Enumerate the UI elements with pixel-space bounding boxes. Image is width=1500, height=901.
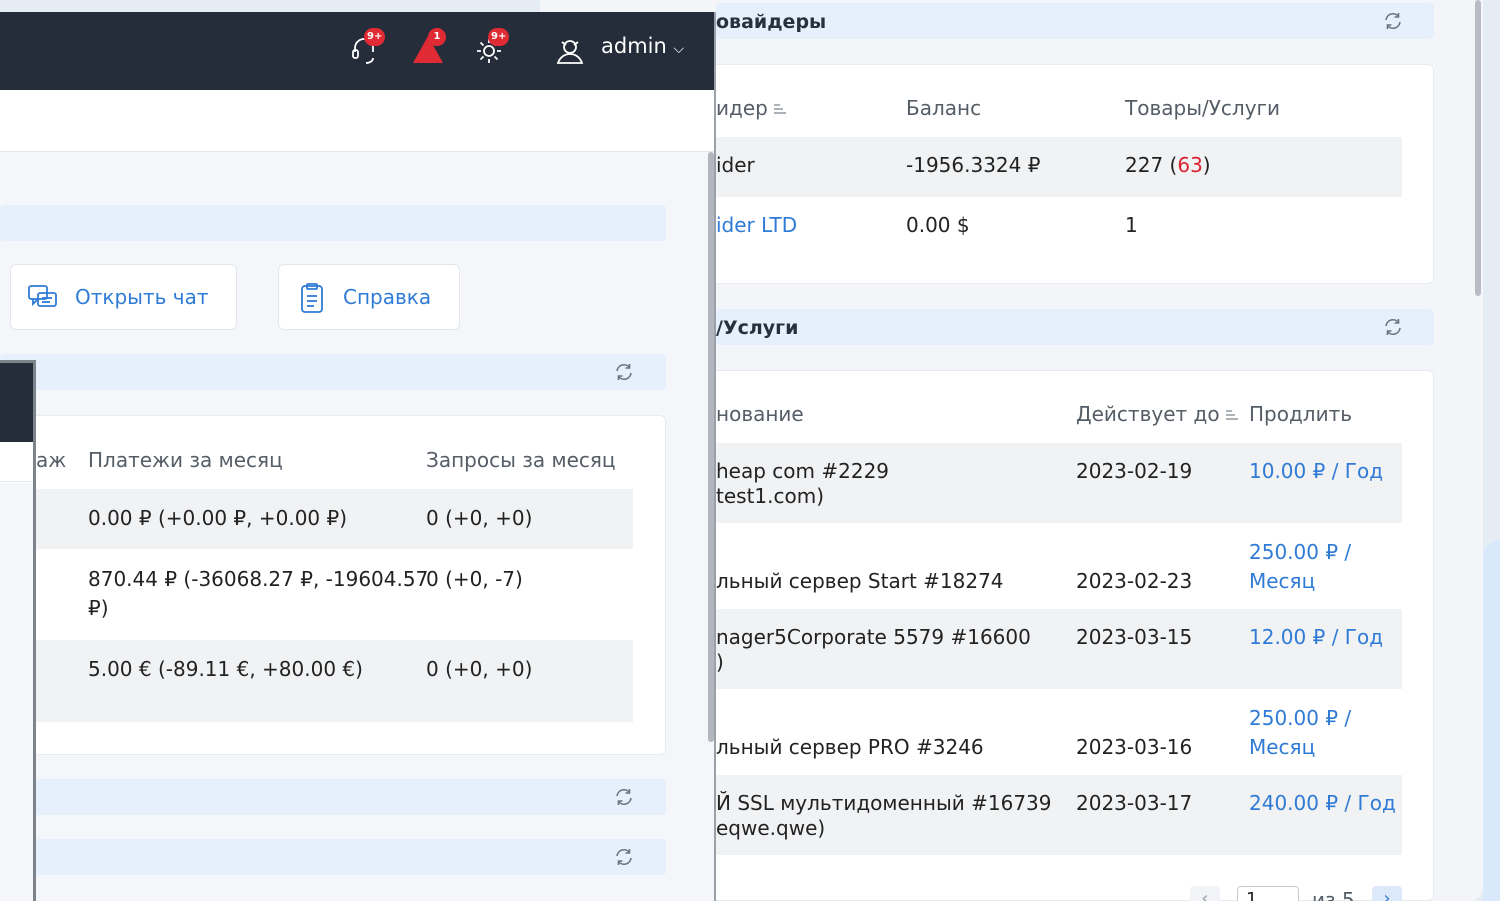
- help-button[interactable]: Справка: [278, 264, 460, 330]
- support-icon[interactable]: 9+: [348, 28, 386, 68]
- provider-balance: -1956.3324 ₽: [906, 153, 1041, 177]
- chat-icon: [28, 285, 57, 307]
- stats-requests: 0 (+0, +0): [426, 506, 533, 530]
- service-domain: eqwe.qwe): [716, 816, 826, 840]
- settings-badge: 9+: [488, 28, 510, 46]
- alert-badge: 1: [428, 28, 446, 46]
- service-name[interactable]: льный сервер Start #18274: [716, 569, 1004, 594]
- pagination-prev-button[interactable]: ‹: [1190, 886, 1220, 901]
- service-valid-until: 2023-03-15: [1076, 625, 1193, 649]
- breadcrumb-bar: [0, 90, 714, 152]
- refresh-icon[interactable]: [613, 786, 635, 808]
- providers-col-goods[interactable]: Товары/Услуги: [1125, 96, 1280, 120]
- support-badge: 9+: [364, 28, 386, 46]
- stats-requests: 0 (+0, +0): [426, 657, 533, 681]
- provider-balance: 0.00 $: [906, 213, 970, 237]
- providers-col-provider[interactable]: идер: [716, 96, 788, 120]
- refresh-icon[interactable]: [613, 846, 635, 868]
- services-col-renew[interactable]: Продлить: [1249, 402, 1352, 426]
- section-header: [0, 205, 666, 241]
- collapsed-section-header[interactable]: [0, 839, 666, 875]
- renew-link[interactable]: 10.00 ₽ / Год: [1249, 459, 1383, 484]
- service-name[interactable]: nager5Corporate 5579 #16600: [716, 625, 1031, 650]
- renew-link-period[interactable]: Месяц: [1249, 735, 1315, 760]
- service-domain: ): [716, 650, 724, 674]
- overlapping-window: [0, 360, 36, 901]
- top-navbar: 9+ 1 9+ admin ⌵: [0, 12, 714, 90]
- help-label: Справка: [343, 285, 432, 309]
- stats-col-requests[interactable]: Запросы за месяц: [426, 448, 616, 472]
- service-domain: test1.com): [716, 484, 825, 508]
- stats-payments: 870.44 ₽ (-36068.27 ₽, -19604.57: [88, 567, 429, 591]
- service-valid-until: 2023-02-19: [1076, 459, 1193, 483]
- providers-section-title: овайдеры: [716, 11, 827, 33]
- stats-requests: 0 (+0, -7): [426, 567, 523, 591]
- renew-link[interactable]: 240.00 ₽ / Год: [1249, 791, 1396, 816]
- service-name[interactable]: Й SSL мультидоменный #16739: [716, 791, 1052, 816]
- stats-payments: 5.00 € (-89.11 €, +80.00 €): [88, 657, 363, 681]
- services-section-title: /Услуги: [716, 317, 799, 339]
- overlay-header: [0, 363, 33, 442]
- provider-goods-count[interactable]: 227 (63): [1125, 153, 1211, 178]
- pagination-next-button[interactable]: ›: [1372, 886, 1402, 901]
- pagination-total: из 5: [1312, 888, 1355, 901]
- collapsed-section-header[interactable]: [0, 779, 666, 815]
- service-valid-until: 2023-02-23: [1076, 569, 1193, 593]
- refresh-icon[interactable]: [1382, 10, 1404, 32]
- provider-goods-count[interactable]: 1: [1125, 213, 1138, 238]
- user-menu[interactable]: admin ⌵: [601, 34, 684, 58]
- alert-icon[interactable]: 1: [410, 28, 446, 68]
- service-name[interactable]: льный сервер PRO #3246: [716, 735, 984, 760]
- foreground-scrollbar[interactable]: [708, 152, 714, 742]
- services-section-header: /Услуги: [716, 309, 1434, 345]
- user-name: admin: [601, 34, 667, 58]
- overlay-subbar: [0, 442, 33, 482]
- renew-link[interactable]: 12.00 ₽ / Год: [1249, 625, 1383, 650]
- renew-link[interactable]: 250.00 ₽ /: [1249, 540, 1351, 565]
- document-icon: [301, 283, 323, 313]
- open-chat-button[interactable]: Открыть чат: [10, 264, 237, 330]
- provider-name[interactable]: ider: [716, 153, 755, 178]
- providers-section-header: овайдеры: [716, 3, 1434, 39]
- service-name[interactable]: heap com #2229: [716, 459, 889, 484]
- service-valid-until: 2023-03-17: [1076, 791, 1193, 815]
- pagination-page-input[interactable]: 1: [1237, 886, 1299, 901]
- stats-section-header: [0, 354, 666, 390]
- provider-name[interactable]: ider LTD: [716, 213, 797, 238]
- open-chat-label: Открыть чат: [75, 285, 209, 309]
- stats-col-sales[interactable]: аж: [36, 448, 66, 472]
- refresh-icon[interactable]: [613, 361, 635, 383]
- service-valid-until: 2023-03-16: [1076, 735, 1193, 759]
- services-col-name[interactable]: нование: [716, 402, 804, 426]
- renew-link[interactable]: 250.00 ₽ /: [1249, 706, 1351, 731]
- foreground-window: 9+ 1 9+ admin ⌵ Открыть чат Справка аж П…: [0, 12, 716, 901]
- providers-row-shade: [716, 137, 1402, 197]
- background-decoration: [1483, 540, 1500, 901]
- admin-avatar-icon[interactable]: [552, 32, 588, 68]
- refresh-icon[interactable]: [1382, 316, 1404, 338]
- stats-col-payments[interactable]: Платежи за месяц: [88, 448, 283, 472]
- overlay-body: [0, 483, 33, 901]
- stats-payments-cont: ₽): [88, 596, 109, 620]
- chevron-down-icon: ⌵: [673, 41, 685, 57]
- settings-gear-icon[interactable]: 9+: [472, 28, 510, 68]
- providers-col-balance[interactable]: Баланс: [906, 96, 981, 120]
- background-scrollbar[interactable]: [1475, 0, 1481, 296]
- stats-payments: 0.00 ₽ (+0.00 ₽, +0.00 ₽): [88, 506, 348, 530]
- renew-link-period[interactable]: Месяц: [1249, 569, 1315, 594]
- services-col-valid-until[interactable]: Действует до: [1076, 402, 1240, 426]
